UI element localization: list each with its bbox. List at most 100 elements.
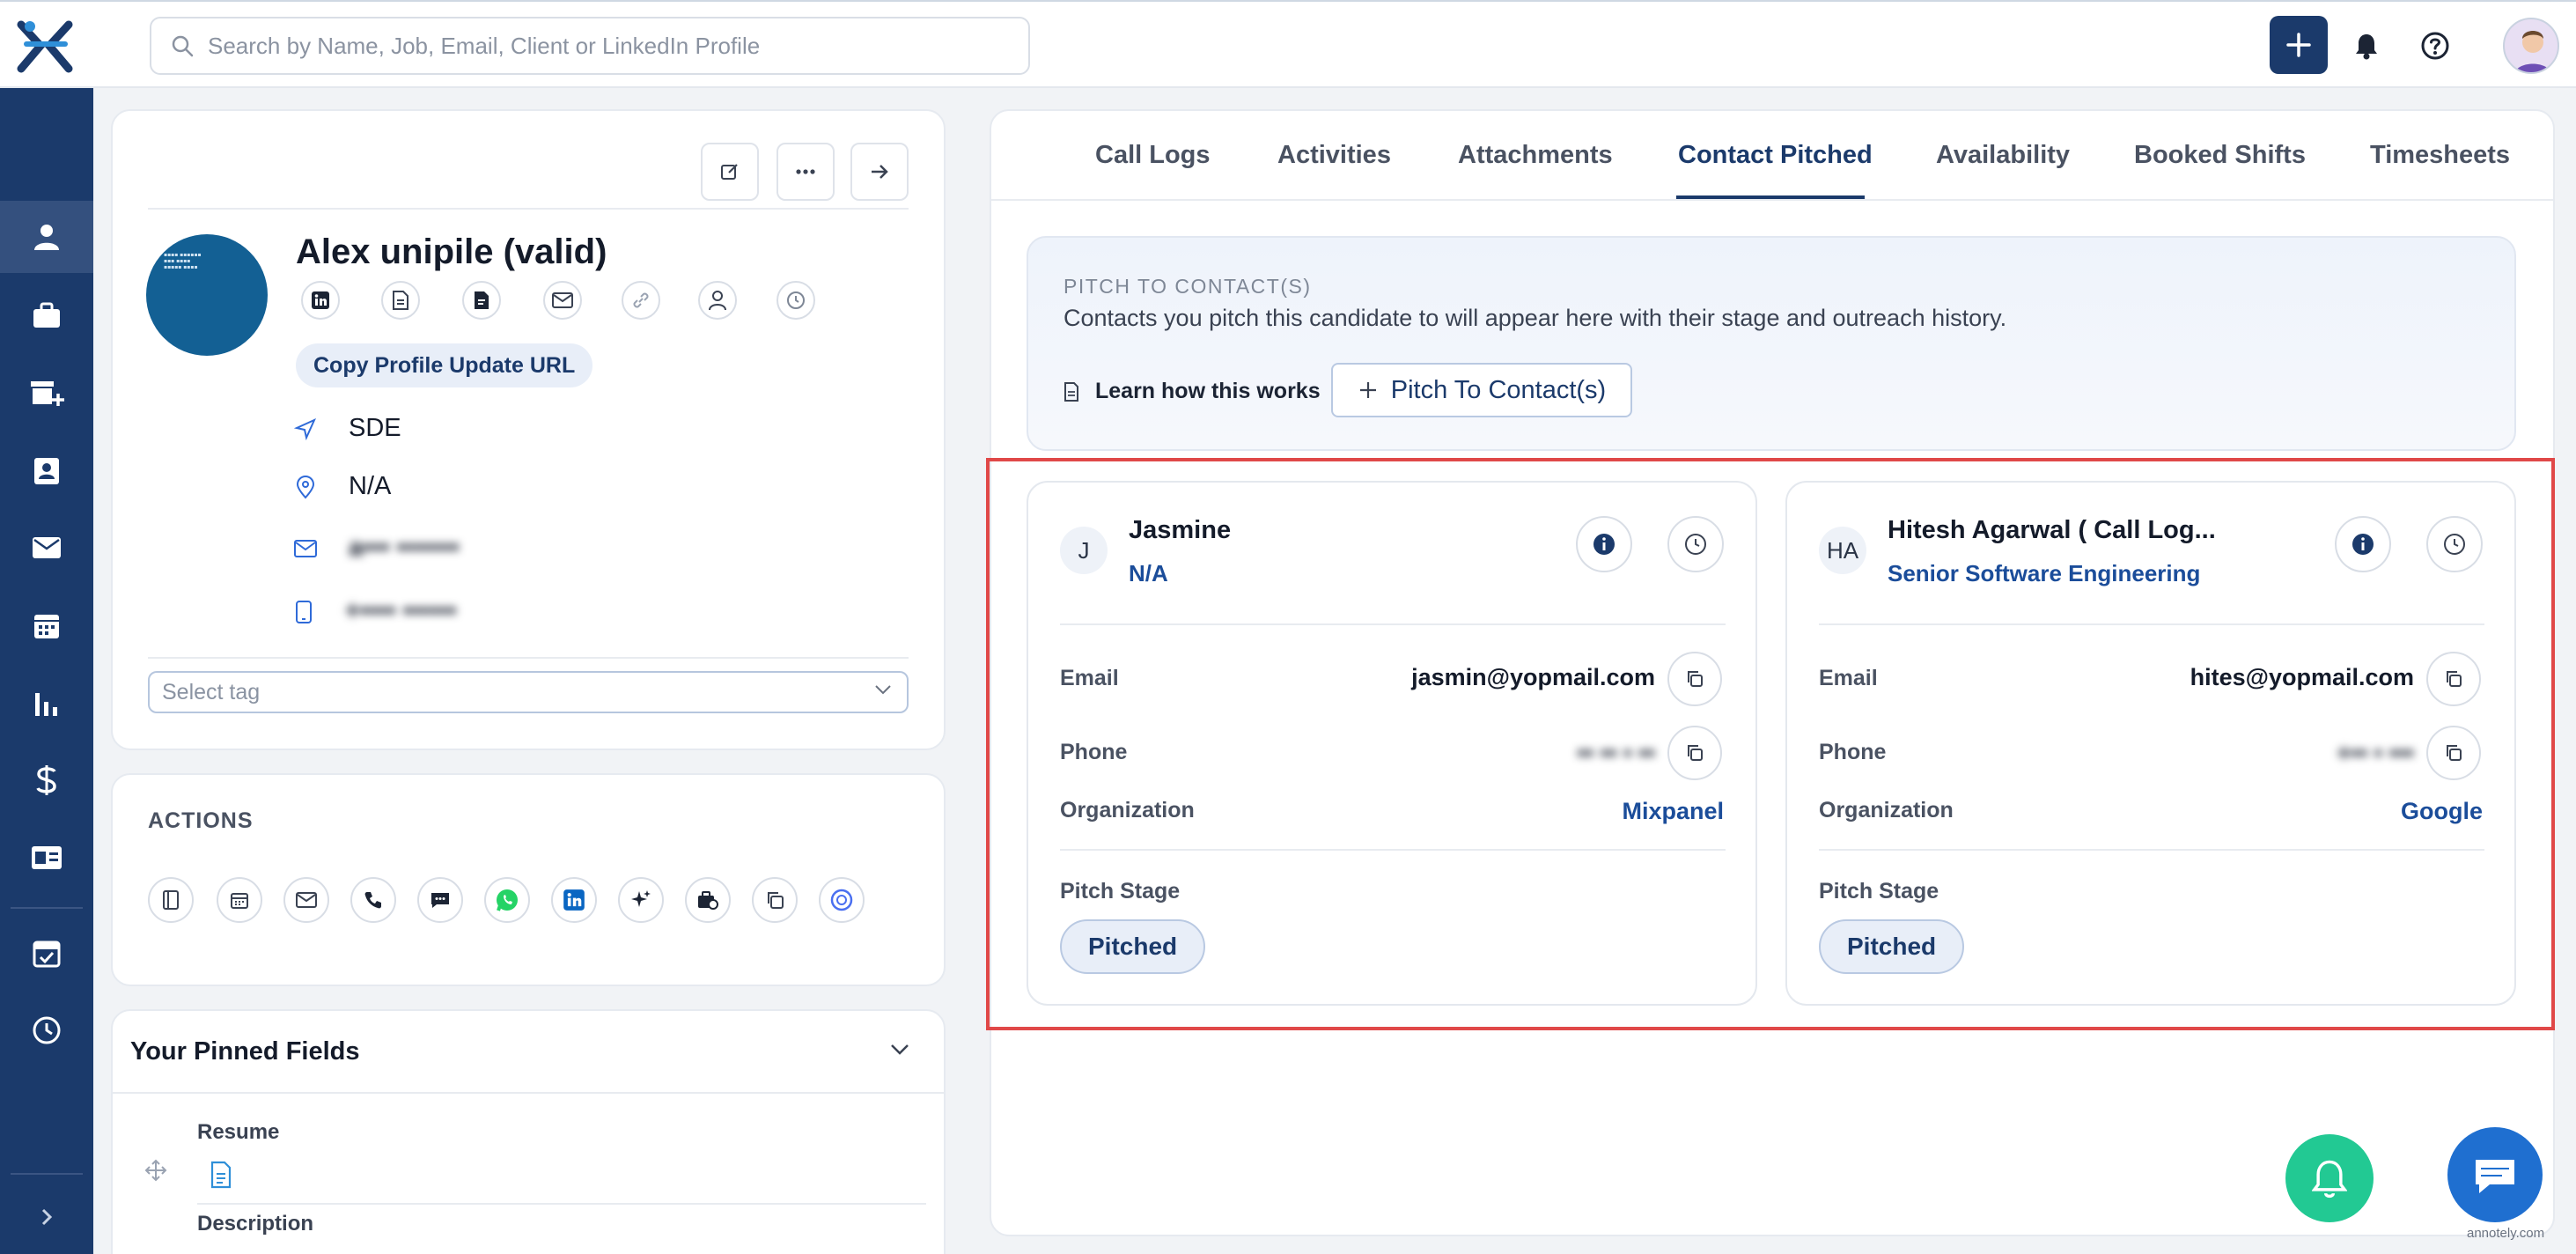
action-linkedin[interactable] [551,877,597,923]
tab-availability[interactable]: Availability [1936,141,2070,170]
global-search[interactable] [150,17,1030,75]
contact-info-button[interactable] [2335,516,2391,572]
sidebar-item-billing[interactable] [0,743,93,817]
notebook-icon [161,889,180,911]
learn-how-link[interactable]: Learn how this works [1064,379,1321,404]
tab-timesheets[interactable]: Timesheets [2370,141,2510,170]
top-bar [0,0,2576,88]
edit-profile-button[interactable] [701,143,759,201]
pitch-to-contacts-button[interactable]: Pitch To Contact(s) [1331,363,1632,417]
action-notes[interactable] [148,877,194,923]
history-link[interactable] [776,281,815,320]
clock-icon [2443,533,2466,556]
url-link[interactable] [622,281,660,320]
formatted-resume-link[interactable] [462,281,501,320]
copy-icon [765,890,784,910]
resume-link[interactable] [381,281,420,320]
sidebar-item-history[interactable] [0,993,93,1067]
action-ai[interactable] [618,877,664,923]
copy-icon [1685,669,1704,689]
resume-file-icon[interactable] [210,1161,232,1189]
sidebar-item-clients[interactable] [0,356,93,430]
sidebar-item-mail[interactable] [0,511,93,585]
search-input[interactable] [208,32,1000,60]
copy-phone-button[interactable] [1667,726,1722,780]
open-next-button[interactable] [850,143,909,201]
drag-handle-icon[interactable] [144,1159,167,1182]
pitch-stage-label: Pitch Stage [1819,879,1939,904]
chat-fab[interactable] [2447,1127,2543,1222]
select-tag-placeholder: Select tag [162,679,261,704]
pitch-stage-badge[interactable]: Pitched [1060,919,1206,974]
email-link[interactable] [543,281,582,320]
app-logo[interactable] [14,18,77,74]
location-row: N/A [294,472,391,501]
phone-row: +•••• •••••• [294,597,457,626]
sidebar-item-contacts[interactable] [0,433,93,507]
action-sms[interactable] [417,877,463,923]
action-email[interactable] [283,877,329,923]
divider [148,208,909,210]
contact-email: hites@yopmail.com [2190,664,2414,690]
link-icon [631,291,651,310]
copy-phone-button[interactable] [2426,726,2481,780]
tab-call-logs[interactable]: Call Logs [1095,141,1211,170]
sidebar-item-reports[interactable] [0,666,93,740]
owner-link[interactable] [698,281,737,320]
copy-email-button[interactable] [1667,652,1722,706]
action-duplicate[interactable] [752,877,798,923]
select-tag-dropdown[interactable]: Select tag [148,671,909,713]
tab-contact-pitched[interactable]: Contact Pitched [1678,141,1873,170]
contact-history-button[interactable] [2426,516,2483,572]
sidebar [0,88,93,1254]
tab-attachments[interactable]: Attachments [1458,141,1613,170]
document-filled-icon [473,290,490,311]
sidebar-item-candidates[interactable] [0,201,93,273]
copy-profile-url-button[interactable]: Copy Profile Update URL [296,343,593,387]
copy-email-button[interactable] [2426,652,2481,706]
sidebar-item-placements[interactable] [0,821,93,895]
tab-booked-shifts[interactable]: Booked Shifts [2134,141,2306,170]
add-new-button[interactable] [2270,16,2328,74]
email-label: Email [1060,666,1119,690]
chevron-down-icon[interactable] [889,1043,910,1057]
document-icon [392,290,409,311]
action-whatsapp[interactable] [484,877,530,923]
id-card-icon [30,845,63,871]
avatar-image: ▪▪▪▪ ▪▪▪▪▪▪ ▪▪▪ ▪▪▪▪ ▪▪▪▪▪ ▪▪▪▪ [164,252,202,270]
contact-info-button[interactable] [1576,516,1632,572]
bell-icon[interactable] [2349,28,2384,63]
user-avatar[interactable] [2503,18,2559,74]
navigation-icon [294,417,317,440]
divider [1819,849,2484,851]
contact-name[interactable]: Jasmine [1129,516,1231,545]
linkedin-link[interactable] [301,281,340,320]
sidebar-item-tasks[interactable] [0,916,93,990]
contact-organization[interactable]: Google [2401,798,2483,825]
pitch-stage-badge[interactable]: Pitched [1819,919,1965,974]
action-call[interactable] [350,877,396,923]
user-outline-icon [708,290,727,311]
contact-organization[interactable]: Mixpanel [1622,798,1724,825]
sidebar-item-jobs[interactable] [0,278,93,352]
store-add-icon [29,378,64,408]
bar-chart-icon [33,690,60,716]
contact-history-button[interactable] [1667,516,1724,572]
active-tab-indicator [1676,195,1865,199]
divider [1060,623,1726,625]
sidebar-expand-button[interactable] [0,1180,93,1254]
more-options-button[interactable] [776,143,835,201]
notifications-fab[interactable] [2285,1134,2374,1222]
contact-name[interactable]: Hitesh Agarwal ( Call Log... [1888,516,2216,545]
contact-role: Senior Software Engineering [1888,560,2201,586]
action-submit-job[interactable] [685,877,731,923]
action-schedule[interactable] [217,877,262,923]
divider [1060,849,1726,851]
help-icon[interactable] [2418,28,2453,63]
action-integration[interactable] [819,877,865,923]
sidebar-item-calendar[interactable] [0,588,93,662]
tab-activities[interactable]: Activities [1277,141,1391,170]
email-row: a••• ••••••• [294,534,460,563]
sidebar-divider [11,1173,83,1175]
info-icon [1593,533,1616,556]
